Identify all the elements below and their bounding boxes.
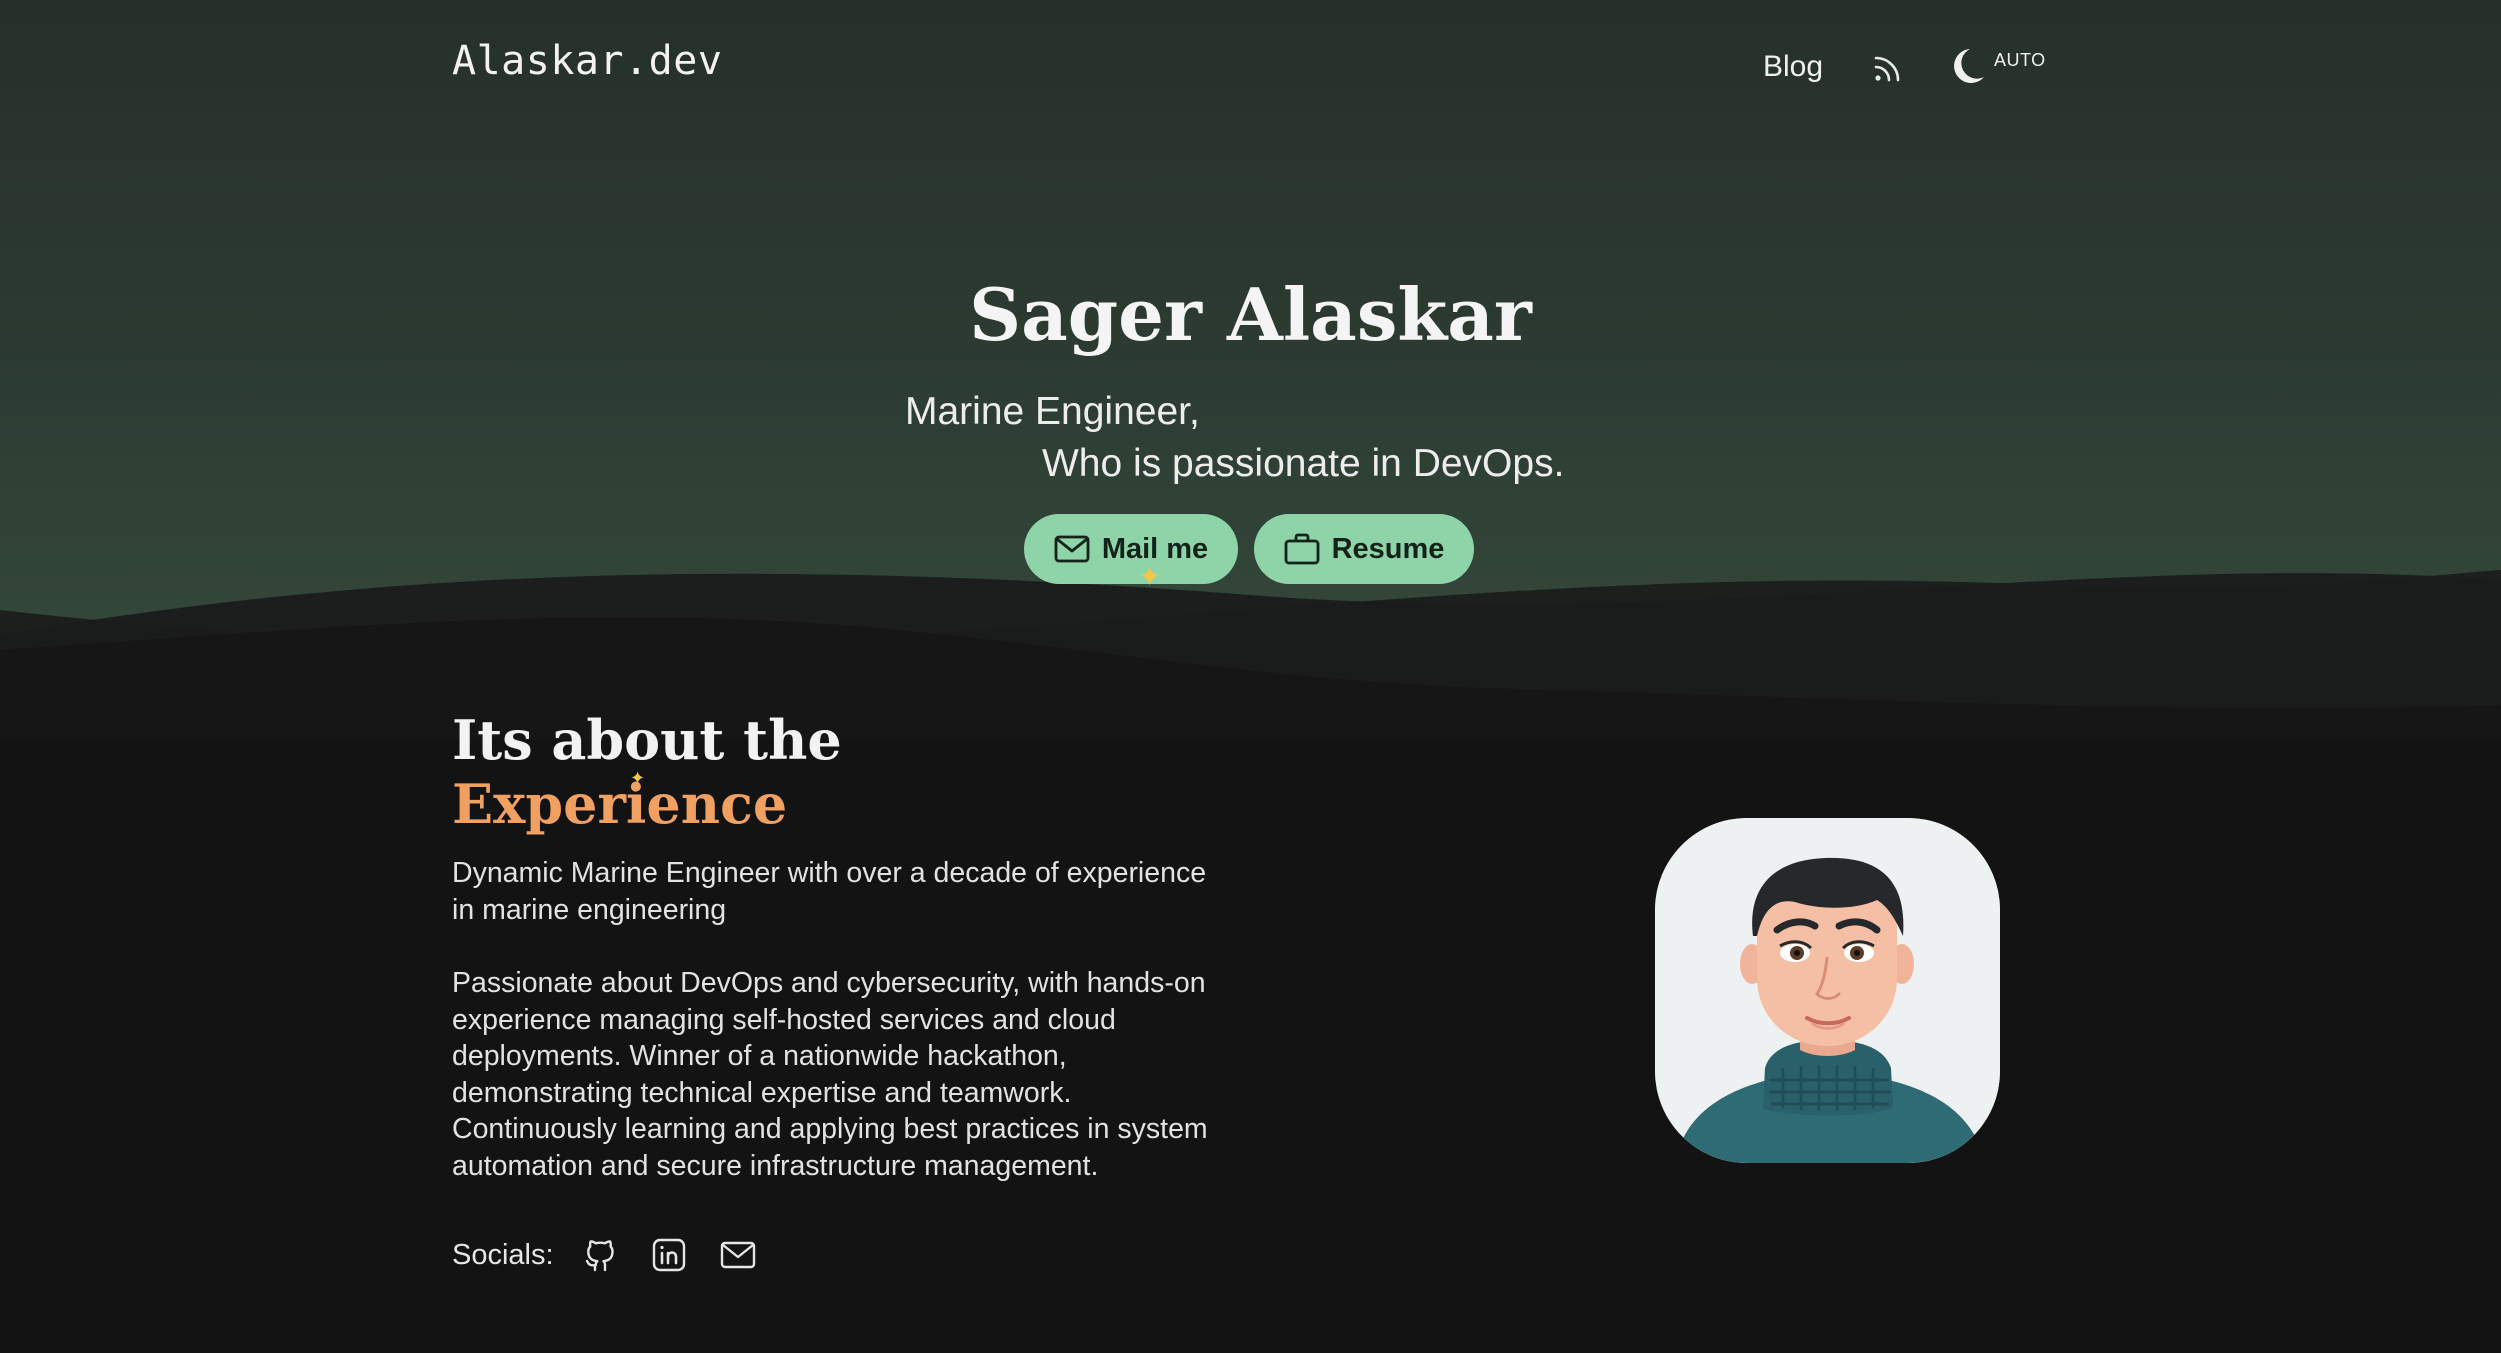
about-paragraph-1: Dynamic Marine Engineer with over a deca… xyxy=(452,857,1207,926)
github-icon xyxy=(585,1240,614,1272)
linkedin-link[interactable] xyxy=(649,1235,689,1275)
mail-icon xyxy=(1054,535,1090,563)
sparkle-icon: ✦ xyxy=(630,768,646,789)
avatar xyxy=(1655,818,2000,1163)
socials-label: Socials: xyxy=(452,1238,554,1271)
about-paragraph-2: Passionate about DevOps and cybersecurit… xyxy=(452,967,1208,1182)
avatar-illustration xyxy=(1655,818,2000,1163)
mail-me-button[interactable]: Mail me xyxy=(1024,514,1238,584)
resume-button[interactable]: Resume xyxy=(1254,514,1474,584)
about-background xyxy=(0,740,2501,1353)
about-heading-line-1: Its about the xyxy=(452,708,842,772)
theme-mode-label: AUTO xyxy=(1994,49,2046,70)
hero-title: Sager Alaskar xyxy=(969,272,1532,357)
email-link[interactable] xyxy=(718,1235,758,1275)
moon-icon xyxy=(1954,49,1984,83)
tagline-line-2: Who is passionate in DevOps. xyxy=(1042,442,1565,485)
nav-blog-link[interactable]: Blog xyxy=(1763,50,1823,84)
rss-icon[interactable] xyxy=(1872,52,1904,84)
github-link[interactable] xyxy=(580,1235,620,1275)
sparkle-icon: ✦ xyxy=(1138,560,1162,593)
resume-label: Resume xyxy=(1331,532,1445,565)
wave-divider xyxy=(0,570,2501,760)
about-heading-highlight: Experience xyxy=(452,772,788,836)
linkedin-icon xyxy=(652,1238,685,1272)
briefcase-icon xyxy=(1284,533,1319,565)
tagline-line-1: Marine Engineer, xyxy=(905,390,1200,433)
site-logo[interactable]: Alaskar.dev xyxy=(452,38,722,84)
socials-row: Socials: xyxy=(452,1233,787,1277)
mail-icon xyxy=(720,1241,755,1269)
theme-toggle[interactable]: AUTO xyxy=(1950,46,2046,86)
